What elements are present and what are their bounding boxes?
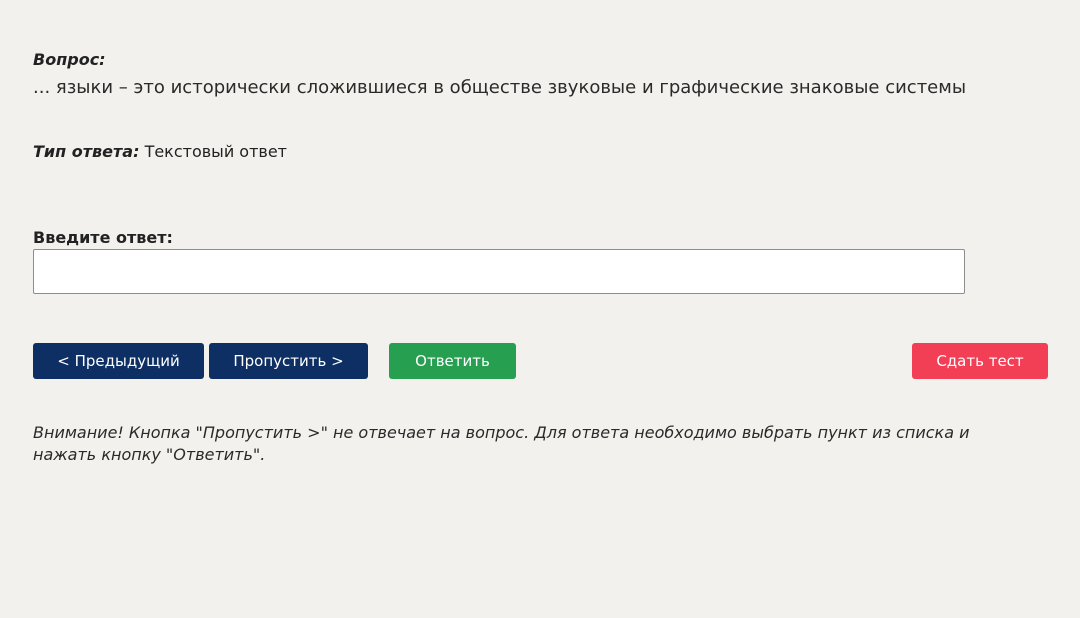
answer-type-row: Тип ответа: Текстовый ответ [33,142,287,161]
answer-type-label: Тип ответа: [33,142,140,161]
finish-test-button[interactable]: Сдать тест [912,343,1048,379]
answer-type-value: Текстовый ответ [144,142,287,161]
notice-text: Внимание! Кнопка "Пропустить >" не отвеч… [33,423,970,464]
question-text: ... языки – это исторически сложившиеся … [33,77,967,98]
skip-button[interactable]: Пропустить > [209,343,368,379]
answer-input[interactable] [33,249,965,294]
question-label: Вопрос: [33,50,106,69]
answer-field-label: Введите ответ: [33,228,173,247]
answer-button[interactable]: Ответить [389,343,516,379]
previous-button[interactable]: < Предыдущий [33,343,204,379]
